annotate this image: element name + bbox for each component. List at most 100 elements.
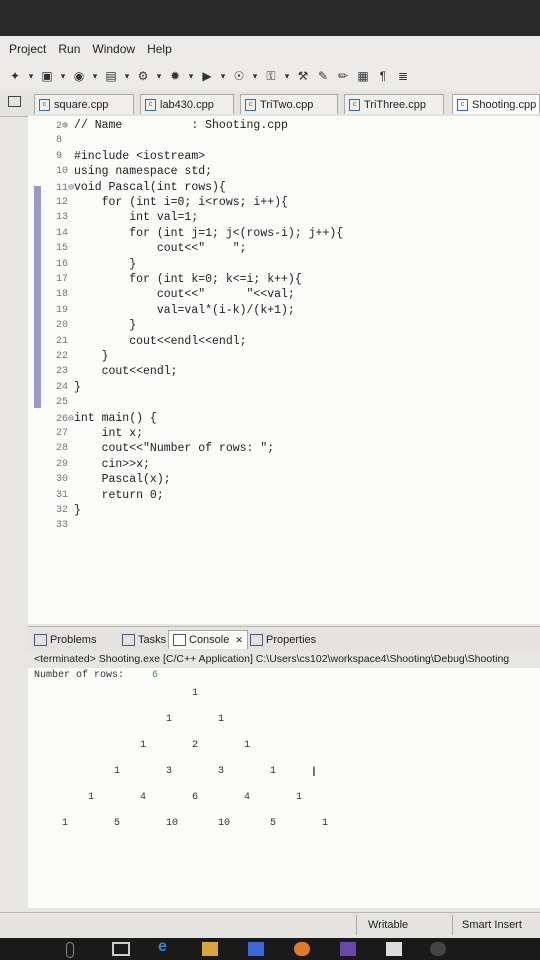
code-line[interactable]: int val=1; xyxy=(74,211,198,224)
code-line[interactable]: } xyxy=(74,258,136,271)
eclipse-icon[interactable] xyxy=(340,942,356,956)
tab-tritwo-cpp[interactable]: c TriTwo.cpp xyxy=(240,94,338,114)
tab-lab430-cpp[interactable]: c lab430.cpp xyxy=(140,94,234,114)
close-icon[interactable]: ✕ xyxy=(235,635,243,646)
code-line[interactable]: #include <iostream> xyxy=(74,150,205,163)
code-line[interactable]: } xyxy=(74,381,81,394)
code-line[interactable]: cout<<"Number of rows: "; xyxy=(74,442,275,455)
code-line[interactable]: cout<<endl; xyxy=(74,365,178,378)
console-input: 6 xyxy=(152,670,159,681)
code-line[interactable]: } xyxy=(74,350,109,363)
tab-problems[interactable]: Problems xyxy=(30,630,100,649)
dropdown-arrow-icon[interactable]: ▾ xyxy=(186,67,196,85)
code-line[interactable]: for (int k=0; k<=i; k++){ xyxy=(74,273,302,286)
pascal-value: 3 xyxy=(166,766,173,777)
microphone-icon[interactable] xyxy=(66,942,74,958)
star-icon[interactable]: ✹ xyxy=(166,67,184,85)
pascal-value: 5 xyxy=(114,818,121,829)
bug-icon[interactable]: ✦ xyxy=(6,67,24,85)
tab-label: TriThree.cpp xyxy=(364,98,426,111)
dropdown-arrow-icon[interactable]: ▾ xyxy=(154,67,164,85)
console-tab-bar: Problems Tasks Console ✕ Properties xyxy=(28,626,540,651)
code-line[interactable]: int x; xyxy=(74,427,143,440)
minimize-icon[interactable] xyxy=(8,96,21,107)
line-number: 8 xyxy=(56,135,63,147)
code-line[interactable]: val=val*(i-k)/(k+1); xyxy=(74,304,295,317)
pencil-icon[interactable]: ✏ xyxy=(334,67,352,85)
status-divider xyxy=(452,915,453,935)
new-icon[interactable]: ▤ xyxy=(102,67,120,85)
pascal-value: 5 xyxy=(270,818,277,829)
dropdown-arrow-icon[interactable]: ▾ xyxy=(250,67,260,85)
menu-run[interactable]: Run xyxy=(58,42,80,56)
pascal-value: 4 xyxy=(244,792,251,803)
code-line[interactable]: int main() { xyxy=(74,412,157,425)
tab-shooting-cpp[interactable]: c Shooting.cpp xyxy=(452,94,540,114)
status-writable: Writable xyxy=(368,919,409,931)
toolbar: ✦ ▾ ▣ ▾ ◉ ▾ ▤ ▾ ⚙ ▾ ✹ ▾ ▶ ▾ ☉ ▾ ⚿ ▾ ⚒ ✎ ✏ ▦ ¶ ≣ xyxy=(0,62,540,90)
tab-console[interactable]: Console ✕ xyxy=(168,630,248,649)
tab-label: square.cpp xyxy=(54,98,109,111)
menu-help[interactable]: Help xyxy=(147,42,172,56)
file-explorer-icon[interactable] xyxy=(202,942,218,956)
tasks-icon xyxy=(122,633,135,646)
pascal-value: 6 xyxy=(192,792,199,803)
console-output[interactable]: Number of rows: 6 1 1 1 1 2 1 1 3 3 1 1 4 6 4 1 1 5 10 10 5… xyxy=(28,668,540,908)
play-icon[interactable]: ▶ xyxy=(198,67,216,85)
pascal-value: 10 xyxy=(166,818,179,829)
paragraph-icon[interactable]: ¶ xyxy=(374,67,392,85)
key-icon[interactable]: ⚿ xyxy=(262,67,280,85)
code-line[interactable]: void Pascal(int rows){ xyxy=(74,181,226,194)
run-icon[interactable]: ◉ xyxy=(70,67,88,85)
dropdown-arrow-icon[interactable]: ▾ xyxy=(58,67,68,85)
tab-label: TriTwo.cpp xyxy=(260,98,314,111)
dropdown-arrow-icon[interactable]: ▾ xyxy=(90,67,100,85)
c-file-icon: c xyxy=(349,98,360,111)
editor-tab-bar: c square.cpp c lab430.cpp c TriTwo.cpp c TriThr… xyxy=(0,92,540,117)
brush-icon[interactable]: ✎ xyxy=(314,67,332,85)
pascal-value: 1 xyxy=(270,766,277,777)
menu-window[interactable]: Window xyxy=(92,42,135,56)
tab-tasks[interactable]: Tasks xyxy=(118,630,170,649)
store-icon[interactable] xyxy=(248,942,264,956)
firefox-icon[interactable] xyxy=(294,942,310,956)
dropdown-arrow-icon[interactable]: ▾ xyxy=(26,67,36,85)
grid-icon[interactable]: ▦ xyxy=(354,67,372,85)
c-file-icon: c xyxy=(245,98,256,111)
code-line[interactable]: // Name : Shooting.cpp xyxy=(74,119,288,132)
code-line[interactable]: } xyxy=(74,504,81,517)
c-file-icon: c xyxy=(39,98,50,111)
settings-icon[interactable]: ⚙ xyxy=(134,67,152,85)
tab-trithree-cpp[interactable]: c TriThree.cpp xyxy=(344,94,444,114)
code-line[interactable]: cout<<" "; xyxy=(74,242,247,255)
screen-top-bezel xyxy=(0,0,540,36)
tab-square-cpp[interactable]: c square.cpp xyxy=(34,94,134,114)
code-line[interactable]: Pascal(x); xyxy=(74,473,171,486)
edge-browser-icon[interactable]: e xyxy=(158,938,174,955)
problems-icon xyxy=(34,633,47,646)
dropdown-arrow-icon[interactable]: ▾ xyxy=(282,67,292,85)
dropdown-arrow-icon[interactable]: ▾ xyxy=(218,67,228,85)
task-view-icon[interactable] xyxy=(112,942,130,956)
code-line[interactable]: for (int j=1; j<(rows-i); j++){ xyxy=(74,227,343,240)
code-line[interactable]: using namespace std; xyxy=(74,165,212,178)
mail-icon[interactable] xyxy=(386,942,402,956)
tab-properties[interactable]: Properties xyxy=(246,630,320,649)
c-file-icon: c xyxy=(145,98,156,111)
code-line[interactable]: cout<<endl<<endl; xyxy=(74,335,246,348)
code-line[interactable]: } xyxy=(74,319,136,332)
pascal-value: 1 xyxy=(114,766,121,777)
dropdown-arrow-icon[interactable]: ▾ xyxy=(122,67,132,85)
tree-icon[interactable]: ≣ xyxy=(394,67,412,85)
code-line[interactable]: return 0; xyxy=(74,489,164,502)
code-line[interactable]: cin>>x; xyxy=(74,458,150,471)
menu-project[interactable]: Project xyxy=(9,42,46,56)
code-editor[interactable]: 2⊕// Name : Shooting.cpp 8 9 #include <iost… xyxy=(28,116,540,624)
code-line[interactable]: for (int i=0; i<rows; i++){ xyxy=(74,196,288,209)
search-icon[interactable]: ☉ xyxy=(230,67,248,85)
code-line[interactable]: cout<<" "<<val; xyxy=(74,288,295,301)
status-bar: Writable Smart Insert xyxy=(0,912,540,939)
debug-icon[interactable]: ▣ xyxy=(38,67,56,85)
tools-icon[interactable]: ⚒ xyxy=(294,67,312,85)
app-icon[interactable] xyxy=(430,942,446,956)
